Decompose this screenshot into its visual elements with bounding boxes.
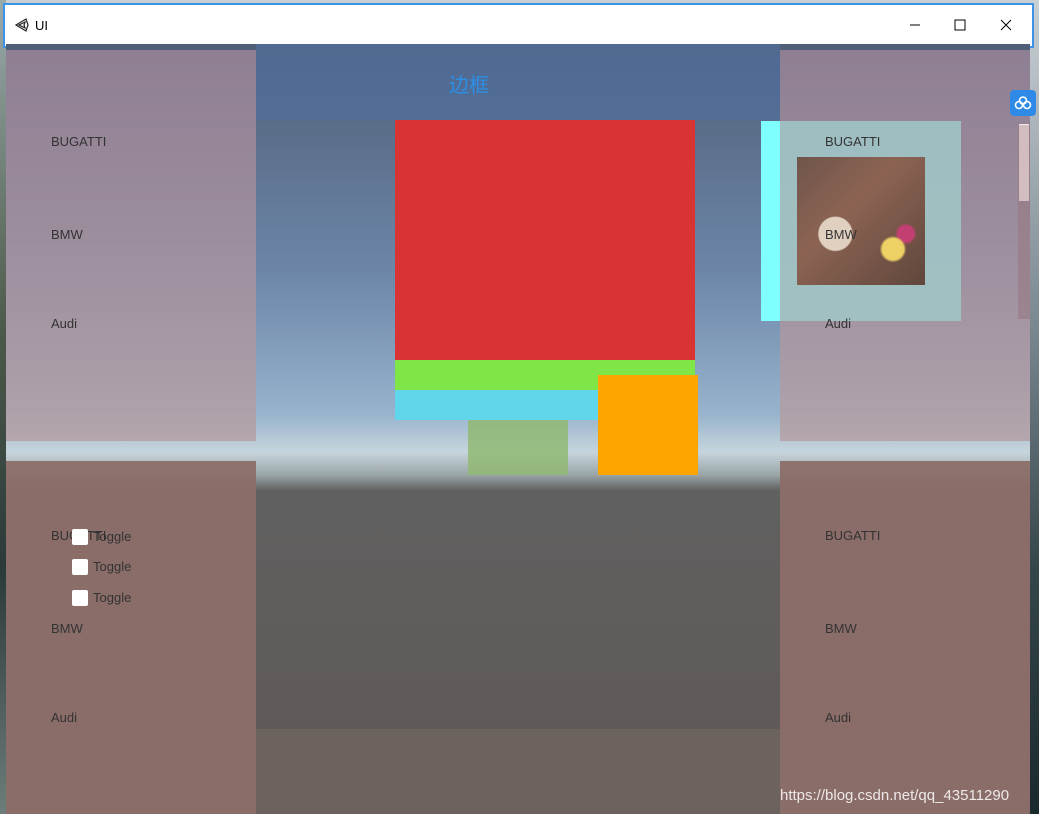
window-title: UI — [35, 18, 48, 33]
list-item[interactable]: BMW — [825, 227, 857, 242]
red-rect — [395, 120, 695, 360]
titlebar[interactable] — [6, 6, 1031, 44]
game-viewport: 边框 BUGATTI BMW Audi BUGATTI BMW Audi BUG… — [6, 44, 1030, 814]
character-image — [797, 157, 925, 285]
list-item[interactable]: Audi — [825, 316, 851, 331]
list-item[interactable]: Audi — [51, 316, 77, 331]
close-button[interactable] — [986, 10, 1026, 40]
list-item[interactable]: BUGATTI — [825, 134, 880, 149]
top-left-panel — [6, 50, 256, 441]
watermark: https://blog.csdn.net/qq_43511290 — [780, 787, 1010, 804]
list-item[interactable]: BUGATTI — [51, 134, 106, 149]
bottom-center-panel — [256, 729, 780, 814]
bottom-left-panel — [6, 461, 256, 814]
list-item[interactable]: BMW — [51, 227, 83, 242]
checkbox[interactable] — [72, 529, 88, 545]
list-item[interactable]: BMW — [825, 621, 857, 636]
cyan-rect — [395, 390, 601, 420]
toggle-label: Toggle — [93, 529, 132, 544]
list-item[interactable]: BUGATTI — [825, 528, 880, 543]
scroll-view-handle[interactable] — [761, 121, 780, 321]
maximize-button[interactable] — [940, 10, 980, 40]
checkbox[interactable] — [72, 559, 88, 575]
close-icon — [1000, 19, 1012, 31]
unity-logo-icon — [14, 18, 29, 32]
maximize-icon — [954, 19, 966, 31]
desktop-background-right — [1030, 0, 1039, 814]
olive-rect — [468, 420, 568, 475]
vertical-scrollbar-handle[interactable] — [1019, 124, 1029, 201]
minimize-button[interactable] — [895, 10, 935, 40]
toggle-label: Toggle — [93, 590, 132, 605]
list-item[interactable]: Audi — [51, 710, 77, 725]
minimize-icon — [910, 24, 920, 26]
cloud-glyph-icon — [1014, 96, 1032, 110]
list-item[interactable]: BMW — [51, 621, 83, 636]
border-panel — [256, 44, 780, 120]
toggle-label: Toggle — [93, 559, 132, 574]
cloud-icon[interactable] — [1010, 90, 1036, 116]
list-item[interactable]: Audi — [825, 710, 851, 725]
checkbox[interactable] — [72, 590, 88, 606]
bottom-right-panel — [780, 461, 1030, 814]
orange-rect — [598, 375, 698, 475]
border-title: 边框 — [449, 75, 489, 97]
